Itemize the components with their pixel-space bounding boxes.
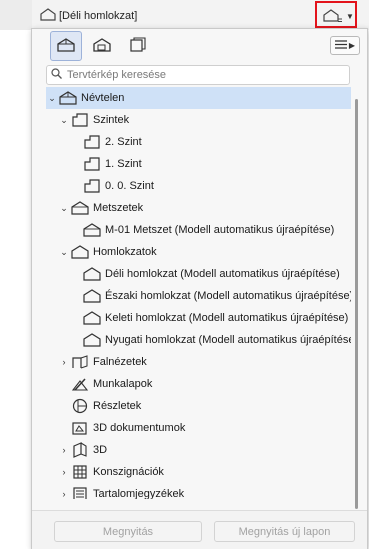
tree-item-label: Északi homlokzat (Modell automatikus újr…	[105, 290, 351, 302]
chevron-down-icon[interactable]: ⌄	[58, 203, 70, 214]
3d-documents-icon	[70, 421, 90, 435]
elevation-icon	[82, 289, 102, 303]
details-icon	[70, 398, 90, 414]
tree-item-stories[interactable]: ⌄ Szintek	[46, 109, 351, 131]
tree-item-elevation[interactable]: Nyugati homlokzat (Modell automatikus új…	[46, 329, 351, 351]
story-icon	[82, 135, 102, 149]
tree-item-label: Homlokzatok	[93, 246, 157, 258]
tree-item-story[interactable]: 0. 0. Szint	[46, 175, 351, 197]
tree-item-section[interactable]: M-01 Metszet (Modell automatikus újraépí…	[46, 219, 351, 241]
tree-item-indexes[interactable]: › Tartalomjegyzékek	[46, 483, 351, 499]
tree-item-worksheets[interactable]: Munkalapok	[46, 373, 351, 395]
tree-item-story[interactable]: 1. Szint	[46, 153, 351, 175]
search-box[interactable]	[46, 65, 350, 85]
search-icon	[51, 68, 62, 82]
chevron-down-icon[interactable]: ⌄	[58, 115, 70, 126]
indexes-icon	[70, 487, 90, 499]
project-map-icon	[56, 37, 76, 56]
tree-item-label: Tartalomjegyzékek	[93, 488, 185, 499]
stories-icon	[70, 113, 90, 127]
tree-item-label: 0. 0. Szint	[105, 180, 154, 192]
tree-item-label: Metszetek	[93, 202, 144, 214]
tree-item-elevation[interactable]: Keleti homlokzat (Modell automatikus újr…	[46, 307, 351, 329]
tree-item-label: Falnézetek	[93, 356, 147, 368]
section-icon	[82, 223, 102, 237]
layout-book-icon	[128, 36, 148, 56]
options-menu-icon	[334, 39, 347, 52]
tree-item-label: M-01 Metszet (Modell automatikus újraépí…	[105, 224, 335, 236]
view-map-icon	[92, 37, 112, 56]
elevation-icon	[40, 8, 56, 24]
tree-item-label: Nyugati homlokzat (Modell automatikus új…	[105, 334, 351, 346]
chevron-right-icon[interactable]: ›	[58, 489, 70, 499]
tree-item-story[interactable]: 2. Szint	[46, 131, 351, 153]
chevron-right-icon[interactable]: ›	[58, 467, 70, 477]
scrollbar-thumb[interactable]	[355, 99, 358, 509]
tree-item-3d[interactable]: › 3D	[46, 439, 351, 461]
chevron-right-icon[interactable]: ›	[58, 357, 70, 367]
open-new-tab-button[interactable]: Megnyitás új lapon	[214, 521, 355, 542]
tree-item-label: Keleti homlokzat (Modell automatikus újr…	[105, 312, 349, 324]
tree-item-elevation[interactable]: Északi homlokzat (Modell automatikus újr…	[46, 285, 351, 307]
tree-item-label: Részletek	[93, 400, 142, 412]
view-map-button[interactable]	[86, 31, 118, 61]
elevation-icon	[82, 333, 102, 347]
open-button[interactable]: Megnyitás	[54, 521, 202, 542]
tree-item-elevations[interactable]: ⌄ Homlokzatok	[46, 241, 351, 263]
left-strip	[0, 0, 32, 30]
elevation-icon	[82, 267, 102, 281]
project-tree: ⌄ Névtelen ⌄ Szintek 2. Szint 1. Szint 0…	[46, 87, 351, 499]
tree-item-interior-elevations[interactable]: › Falnézetek	[46, 351, 351, 373]
elevation-icon	[82, 311, 102, 325]
tree-item-elevation[interactable]: Déli homlokzat (Modell automatikus újraé…	[46, 263, 351, 285]
caret-down-icon: ▼	[346, 12, 354, 21]
tree-item-schedules[interactable]: › Konszignációk	[46, 461, 351, 483]
elevations-icon	[70, 245, 90, 259]
3d-icon	[70, 442, 90, 458]
elevation-icon	[323, 9, 343, 26]
options-menu-button[interactable]: ▶	[330, 36, 360, 55]
top-bar: [Déli homlokzat] ▼	[0, 0, 369, 30]
caret-right-icon: ▶	[348, 41, 356, 50]
tree-item-label: Munkalapok	[93, 378, 153, 390]
story-icon	[82, 179, 102, 193]
tree-item-label: Névtelen	[81, 92, 125, 104]
tree-item-details[interactable]: Részletek	[46, 395, 351, 417]
view-map-popup-toggle[interactable]: ▼	[315, 1, 357, 28]
tree-item-label: 3D	[93, 444, 108, 456]
story-icon	[82, 157, 102, 171]
tree-item-label: 2. Szint	[105, 136, 142, 148]
navigator-mode-bar	[50, 31, 154, 63]
tree-item-label: 3D dokumentumok	[93, 422, 186, 434]
tree-item-label: Szintek	[93, 114, 130, 126]
navigator-footer: Megnyitás Megnyitás új lapon	[32, 510, 367, 549]
view-title: [Déli homlokzat]	[59, 10, 138, 22]
navigator-popup: ▶ ⌄ Névtelen ⌄ Szintek 2. Szint	[31, 28, 368, 549]
tree-item-project-root[interactable]: ⌄ Névtelen	[46, 87, 351, 109]
tree-item-3d-documents[interactable]: 3D dokumentumok	[46, 417, 351, 439]
chevron-down-icon[interactable]: ⌄	[58, 247, 70, 258]
worksheets-icon	[70, 377, 90, 391]
tree-scrollbar[interactable]	[353, 99, 361, 509]
tree-item-label: 1. Szint	[105, 158, 142, 170]
project-root-icon	[58, 91, 78, 105]
schedules-icon	[70, 465, 90, 479]
layout-book-button[interactable]	[122, 31, 154, 61]
sections-icon	[70, 201, 90, 215]
view-title-area[interactable]: [Déli homlokzat]	[40, 8, 137, 24]
search-input[interactable]	[65, 68, 349, 82]
interior-elevations-icon	[70, 355, 90, 369]
tree-item-sections[interactable]: ⌄ Metszetek	[46, 197, 351, 219]
project-map-button[interactable]	[50, 31, 82, 61]
tree-item-label: Déli homlokzat (Modell automatikus újraé…	[105, 268, 340, 280]
chevron-down-icon[interactable]: ⌄	[46, 93, 58, 104]
tree-item-label: Konszignációk	[93, 466, 164, 478]
chevron-right-icon[interactable]: ›	[58, 445, 70, 455]
